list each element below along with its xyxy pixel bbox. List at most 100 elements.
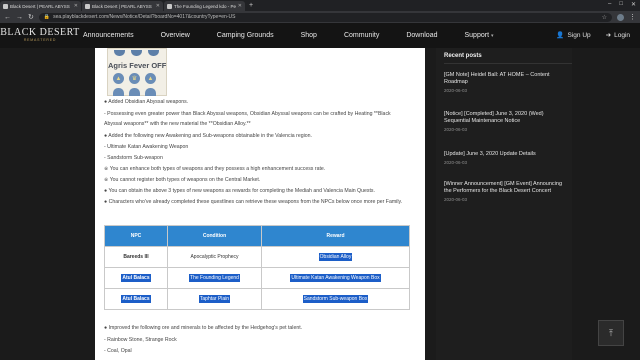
- article-line: - Sandstorm Sub-weapon: [104, 155, 163, 161]
- post-date: 2020-06-03: [444, 197, 468, 202]
- banner-title: Agris Fever OFF: [108, 61, 167, 70]
- article-line: - Ultimate Katan Awakening Weapon: [104, 144, 189, 150]
- recent-posts-sidebar: Recent posts [GM Note] Heidel Ball: AT H…: [436, 48, 572, 360]
- reward-cell: Sandstorm Sub-weapon Box: [261, 288, 410, 310]
- banner-top-icons: [114, 50, 159, 56]
- browser-tab-bar: Black Desert | PEARL ABYSS ✕ Black Deser…: [0, 0, 640, 11]
- recent-posts-title: Recent posts: [444, 53, 482, 59]
- divider: [444, 63, 572, 64]
- reward-table: NPC Condition Reward Bareeds III Apocaly…: [104, 225, 410, 310]
- menu-shop[interactable]: Shop: [301, 32, 317, 39]
- browser-tab-2[interactable]: Black Desert | PEARL ABYSS ✕: [82, 1, 163, 11]
- sign-up-link[interactable]: 👤 Sign Up: [556, 31, 591, 40]
- new-tab-button[interactable]: +: [249, 1, 253, 11]
- browser-toolbar: ← → ↻ 🔒 sea.playblackdesert.com/News/Not…: [0, 11, 640, 23]
- reward-cell: Obsidian Alloy: [261, 246, 410, 268]
- reload-icon[interactable]: ↻: [28, 13, 34, 21]
- article-line: - Coal, Opal: [104, 348, 132, 354]
- recent-post[interactable]: [Winner Announcement] [GM Event] Announc…: [444, 181, 568, 202]
- main-menu: Announcements Overview Camping Grounds S…: [83, 32, 494, 39]
- lock-icon: 🔒: [43, 14, 51, 20]
- account-links: 👤 Sign Up ➜ Login: [556, 31, 630, 40]
- post-title: [GM Note] Heidel Ball: AT HOME – Content…: [444, 72, 550, 85]
- selected-text: Ultimate Katan Awakening Weapon Box: [290, 274, 381, 282]
- site-header: BLACK DESERT REMASTERED Announcements Ov…: [0, 23, 640, 48]
- menu-announcements[interactable]: Announcements: [83, 32, 134, 39]
- url-text: sea.playblackdesert.com/News/Notice/Deta…: [53, 14, 236, 20]
- article-line: - Possessing even greater power than Bla…: [104, 111, 391, 117]
- article-line: Abyssal weapons** with the new material …: [104, 121, 251, 127]
- table-row: Bareeds III Apocalyptic Prophecy Obsidia…: [104, 246, 410, 268]
- logo-text: BLACK DESERT: [0, 27, 80, 38]
- recent-post[interactable]: [GM Note] Heidel Ball: AT HOME – Content…: [444, 72, 568, 93]
- screen: Black Desert | PEARL ABYSS ✕ Black Deser…: [0, 0, 640, 360]
- selected-text: Taphtar Plain: [198, 295, 231, 303]
- browser-menu-icon[interactable]: ⋮: [629, 13, 636, 21]
- recent-post[interactable]: [Notice] [Completed] June 3, 2020 (Wed) …: [444, 111, 568, 132]
- address-bar[interactable]: 🔒 sea.playblackdesert.com/News/Notice/De…: [38, 12, 612, 22]
- browser-tab-1[interactable]: Black Desert | PEARL ABYSS ✕: [0, 1, 81, 11]
- browser-tab-3[interactable]: The Founding Legend kdo - Pe... ✕: [164, 1, 245, 11]
- npc-cell: Atul Balacs: [104, 267, 168, 289]
- reward-cell: Ultimate Katan Awakening Weapon Box: [261, 267, 410, 289]
- npc-cell: Atul Balacs: [104, 288, 168, 310]
- condition-cell: Apocalyptic Prophecy: [167, 246, 262, 268]
- article-line: ● Characters who've already completed th…: [104, 199, 403, 205]
- menu-community[interactable]: Community: [344, 32, 379, 39]
- article-content: Agris Fever OFF ▲ ♛ ▲ ● Added Obsidian Aby…: [95, 48, 484, 360]
- menu-download[interactable]: Download: [406, 32, 437, 39]
- back-arrow-icon[interactable]: ←: [4, 14, 11, 21]
- favicon-icon: [167, 3, 172, 9]
- menu-support-label: Support: [464, 32, 490, 39]
- post-title: [Update] June 3, 2020 Update Details: [444, 151, 536, 157]
- page-body: Agris Fever OFF ▲ ♛ ▲ ● Added Obsidian Aby…: [0, 48, 640, 360]
- close-tab-icon[interactable]: ✕: [74, 3, 78, 9]
- close-tab-icon[interactable]: ✕: [238, 3, 242, 9]
- tab-title: Black Desert | PEARL ABYSS: [92, 3, 152, 9]
- npc-cell: Bareeds III: [104, 246, 168, 268]
- selected-text: Sandstorm Sub-weapon Box: [302, 295, 369, 303]
- column-header-npc: NPC: [104, 225, 168, 247]
- forward-arrow-icon[interactable]: →: [16, 14, 23, 21]
- favicon-icon: [85, 3, 90, 9]
- recent-post[interactable]: [Update] June 3, 2020 Update Details 202…: [444, 151, 568, 165]
- column-header-reward: Reward: [261, 225, 410, 247]
- menu-camping-grounds[interactable]: Camping Grounds: [217, 32, 274, 39]
- login-icon: ➜: [605, 32, 612, 39]
- condition-cell: The Founding Legend: [167, 267, 262, 289]
- tab-title: Black Desert | PEARL ABYSS: [10, 3, 70, 9]
- post-title: [Notice] [Completed] June 3, 2020 (Wed) …: [444, 111, 544, 124]
- post-date: 2020-06-03: [444, 127, 468, 132]
- site-logo[interactable]: BLACK DESERT REMASTERED: [0, 28, 79, 43]
- close-window-button[interactable]: ✕: [631, 1, 636, 8]
- article-line: ● Added Obsidian Abyssal weapons.: [104, 99, 189, 105]
- bookmark-star-icon[interactable]: ☆: [602, 14, 607, 21]
- maximize-button[interactable]: □: [619, 1, 623, 8]
- menu-support[interactable]: Support ▾: [465, 32, 494, 39]
- profile-avatar[interactable]: [617, 13, 624, 21]
- article-line: ※ You can enhance both types of weapons …: [104, 166, 326, 172]
- article-line: - Rainbow Stone, Strange Rock: [104, 337, 177, 343]
- login-label: Login: [614, 31, 630, 39]
- column-header-condition: Condition: [167, 225, 262, 247]
- user-plus-icon: 👤: [556, 32, 565, 39]
- condition-cell: Taphtar Plain: [167, 288, 262, 310]
- selected-text: Atul Balacs: [121, 295, 151, 303]
- close-tab-icon[interactable]: ✕: [156, 3, 160, 9]
- tab-title: The Founding Legend kdo - Pe...: [174, 3, 236, 9]
- login-link[interactable]: ➜ Login: [605, 31, 630, 40]
- scroll-to-top-button[interactable]: ⤒: [598, 320, 624, 346]
- article-line: ● Improved the following ore and mineral…: [104, 325, 303, 331]
- selected-text: Obsidian Alloy: [318, 253, 353, 261]
- selected-text: Atul Balacs: [121, 274, 151, 282]
- post-date: 2020-06-03: [444, 160, 468, 165]
- agris-fever-image: Agris Fever OFF ▲ ♛ ▲: [107, 48, 167, 96]
- menu-overview[interactable]: Overview: [161, 32, 190, 39]
- article-line: ※ You cannot register both types of weap…: [104, 177, 261, 183]
- selected-text: The Founding Legend: [189, 274, 240, 282]
- table-row: Atul Balacs The Founding Legend Ultimate…: [104, 267, 410, 289]
- chevron-down-icon: ▾: [491, 33, 494, 39]
- table-header-row: NPC Condition Reward: [104, 225, 410, 247]
- minimize-button[interactable]: –: [608, 1, 611, 8]
- sign-up-label: Sign Up: [567, 31, 591, 39]
